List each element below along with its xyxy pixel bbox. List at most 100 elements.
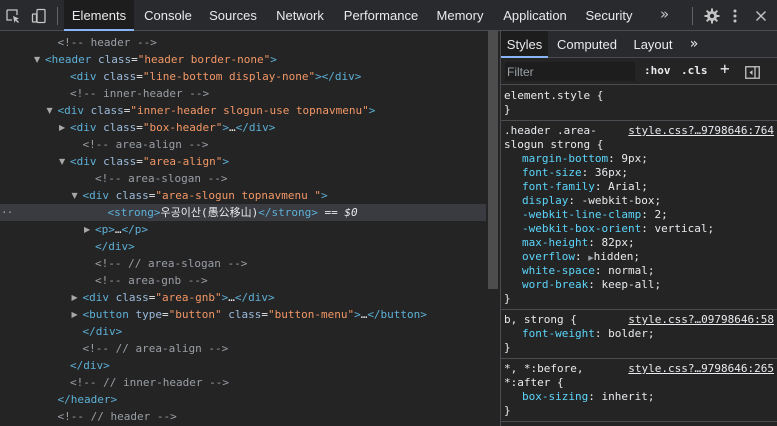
collapse-triangle-icon[interactable]: ▼ — [47, 102, 58, 119]
css-declaration[interactable]: font-size: 36px; — [501, 166, 777, 180]
more-tabs-chevron-icon[interactable]: » — [660, 0, 669, 31]
css-declaration[interactable]: box-sizing: inherit; — [501, 390, 777, 404]
dom-node[interactable]: ▼ <div class="inner-header slogun-use top… — [0, 102, 486, 119]
css-declaration[interactable]: -webkit-line-clamp: 2; — [501, 208, 777, 222]
dom-node-selected[interactable]: ·· <strong>우공이산(愚公移山)</strong> == $0 — [0, 204, 486, 221]
dom-node[interactable]: ▶ <div class="area-gnb">…</div> — [0, 289, 486, 306]
css-declaration[interactable]: font-family: Arial; — [501, 180, 777, 194]
dom-node[interactable]: <!-- area-gnb --> — [0, 272, 486, 289]
expand-triangle-icon[interactable]: ▶ — [72, 289, 83, 306]
dom-node[interactable]: <!-- area-align --> — [0, 136, 486, 153]
dom-node[interactable]: <!-- // area-slogan --> — [0, 255, 486, 272]
collapse-triangle-icon[interactable]: ▼ — [59, 153, 70, 170]
tab-network[interactable]: Network — [266, 0, 334, 31]
rule-selector[interactable]: slogun strong { — [501, 138, 777, 152]
tab-application[interactable]: Application — [494, 0, 576, 31]
expand-triangle-icon[interactable]: ▶ — [59, 119, 70, 136]
dom-node[interactable]: </div> — [0, 357, 486, 374]
tab-layout[interactable]: Layout — [627, 31, 679, 58]
rule-selector[interactable]: element.style { — [501, 89, 777, 103]
dom-tree-scrollbar[interactable] — [486, 31, 500, 426]
css-property-name[interactable]: margin-bottom — [522, 152, 608, 165]
dom-node[interactable]: <!-- // inner-header --> — [0, 374, 486, 391]
css-property-name[interactable]: white-space — [522, 264, 595, 277]
css-property-value[interactable]: 82px — [601, 236, 628, 249]
style-rule[interactable]: style.css?…9798646:764 .header .area-slog… — [501, 121, 777, 310]
scrollbar-thumb[interactable] — [488, 31, 498, 289]
rule-selector[interactable]: *:after { — [501, 376, 777, 390]
css-property-value[interactable]: keep-all — [601, 278, 654, 291]
css-declaration[interactable]: font-weight: bolder; — [501, 327, 777, 341]
dom-node[interactable]: <!-- // area-align --> — [0, 340, 486, 357]
css-property-name[interactable]: font-weight — [522, 327, 595, 340]
new-rule-plus-icon[interactable]: + — [720, 59, 730, 79]
more-sidebar-tabs-chevron-icon[interactable]: » — [685, 31, 703, 58]
more-vert-icon[interactable] — [728, 0, 742, 31]
css-property-name[interactable]: -webkit-box-orient — [522, 222, 641, 235]
css-declaration[interactable]: margin-bottom: 9px; — [501, 152, 777, 166]
css-declaration[interactable]: max-height: 82px; — [501, 236, 777, 250]
tab-styles[interactable]: Styles — [501, 31, 548, 58]
expand-triangle-icon[interactable]: ▶ — [72, 306, 83, 323]
dom-node[interactable]: <!-- header --> — [0, 34, 486, 51]
dom-node[interactable]: </header> — [0, 391, 486, 408]
dom-node[interactable]: ▶ <p>…</p> — [0, 221, 486, 238]
class-toggle[interactable]: .cls — [681, 61, 708, 81]
css-declaration[interactable]: -webkit-box-orient: vertical; — [501, 222, 777, 236]
css-property-name[interactable]: font-size — [522, 166, 582, 179]
elements-dom-tree[interactable]: <!-- header --> ▼ <header class="header bo… — [0, 31, 486, 426]
dom-node[interactable]: <div class="line-bottom display-none"></… — [0, 68, 486, 85]
css-property-value[interactable]: inherit — [601, 390, 647, 403]
css-property-value[interactable]: hidden — [594, 250, 634, 263]
css-property-name[interactable]: max-height — [522, 236, 588, 249]
css-declaration[interactable]: word-break: keep-all; — [501, 278, 777, 292]
rule-source-link[interactable]: style.css?…09798646:58 — [628, 313, 774, 326]
dom-node[interactable]: </div> — [0, 323, 486, 340]
css-property-value[interactable]: vertical — [654, 222, 707, 235]
dom-node[interactable]: <!-- // header --> — [0, 408, 486, 425]
collapse-triangle-icon[interactable]: ▼ — [72, 187, 83, 204]
dom-node[interactable]: ▶ <button type="button" class="button-men… — [0, 306, 486, 323]
tab-security[interactable]: Security — [578, 0, 640, 31]
expand-triangle-icon[interactable]: ▶ — [84, 221, 95, 238]
hover-state-toggle[interactable]: :hov — [644, 61, 671, 81]
css-property-name[interactable]: box-sizing — [522, 390, 588, 403]
css-property-name[interactable]: display — [522, 194, 568, 207]
dom-node[interactable]: ▼ <div class="area-slogun topnavmenu "> — [0, 187, 486, 204]
css-property-value[interactable]: -webkit-box — [582, 194, 655, 207]
collapse-triangle-icon[interactable]: ▼ — [34, 51, 45, 68]
tab-performance[interactable]: Performance — [336, 0, 426, 31]
rule-source-link[interactable]: style.css?…9798646:265 — [628, 362, 774, 375]
tab-memory[interactable]: Memory — [428, 0, 492, 31]
css-property-value[interactable]: 36px — [595, 166, 622, 179]
settings-gear-icon[interactable] — [702, 0, 722, 31]
css-property-name[interactable]: overflow — [522, 250, 575, 263]
dom-node[interactable]: ▼ <header class="header border-none"> — [0, 51, 486, 68]
css-property-name[interactable]: word-break — [522, 278, 588, 291]
dom-node[interactable]: </div> — [0, 238, 486, 255]
dom-node[interactable]: <!-- area-slogan --> — [0, 170, 486, 187]
style-rule[interactable]: style.css?…09798646:58 b, strong {font-we… — [501, 310, 777, 359]
tab-elements[interactable]: Elements — [64, 0, 134, 31]
dom-node[interactable]: <!-- inner-header --> — [0, 85, 486, 102]
tab-sources[interactable]: Sources — [202, 0, 264, 31]
css-property-value[interactable]: bolder — [608, 327, 648, 340]
css-declaration[interactable]: display: -webkit-box; — [501, 194, 777, 208]
css-property-name[interactable]: font-family — [522, 180, 595, 193]
selected-node-dots[interactable]: ·· — [1, 204, 13, 221]
toggle-sidebar-icon[interactable] — [745, 64, 760, 83]
css-declaration[interactable]: white-space: normal; — [501, 264, 777, 278]
tab-console[interactable]: Console — [136, 0, 200, 31]
rule-source-link[interactable]: style.css?…9798646:764 — [628, 124, 774, 137]
dom-node[interactable]: ▶ <div class="box-header">…</div> — [0, 119, 486, 136]
css-declaration[interactable]: overflow: ▶hidden; — [501, 250, 777, 264]
css-property-value[interactable]: normal — [608, 264, 648, 277]
close-icon[interactable] — [752, 0, 770, 31]
css-property-value[interactable]: Arial — [608, 180, 641, 193]
inspect-element-icon[interactable] — [2, 0, 24, 31]
tab-computed[interactable]: Computed — [551, 31, 623, 58]
device-toggle-icon[interactable] — [28, 0, 50, 31]
css-property-name[interactable]: -webkit-line-clamp — [522, 208, 641, 221]
style-rule[interactable]: element.style {} — [501, 86, 777, 121]
styles-filter-input[interactable] — [505, 62, 635, 81]
